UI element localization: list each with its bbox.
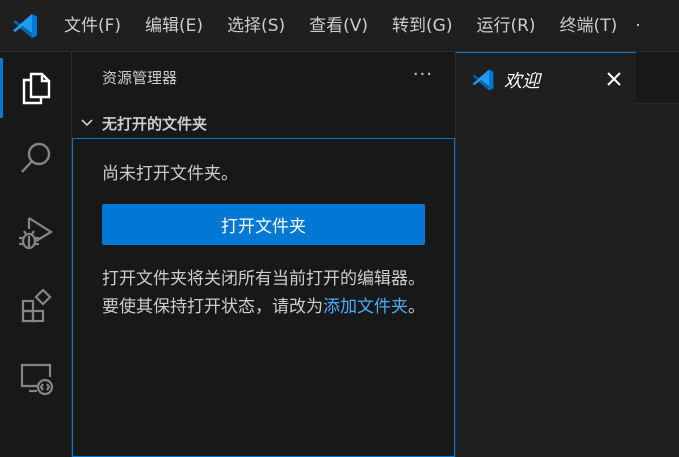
editor-area: 欢迎	[456, 52, 679, 457]
explorer-icon	[22, 72, 51, 105]
remote-explorer-icon	[20, 363, 54, 396]
open-folder-button[interactable]: 打开文件夹	[102, 204, 425, 245]
close-icon[interactable]	[605, 70, 623, 88]
info-suffix: 。	[408, 297, 425, 317]
activity-explorer[interactable]	[0, 58, 72, 118]
vscode-tab-icon	[472, 69, 494, 91]
menu-run[interactable]: 运行(R)	[464, 0, 547, 52]
menu-terminal[interactable]: 终端(T)	[548, 0, 630, 52]
activity-run-debug[interactable]	[0, 203, 72, 263]
menu-overflow[interactable]: ·	[629, 0, 646, 52]
menu-edit[interactable]: 编辑(E)	[133, 0, 215, 52]
menu-file[interactable]: 文件(F)	[52, 0, 133, 52]
section-header-no-folder[interactable]: 无打开的文件夹	[72, 108, 455, 138]
activity-extensions[interactable]	[0, 277, 72, 337]
menu-selection[interactable]: 选择(S)	[215, 0, 297, 52]
explorer-sidebar: 资源管理器 ··· 无打开的文件夹 尚未打开文件夹。 打开文件夹 打开文件夹将关…	[72, 52, 456, 457]
add-folder-link[interactable]: 添加文件夹	[323, 297, 408, 317]
tab-welcome[interactable]: 欢迎	[456, 52, 636, 104]
tab-label: 欢迎	[504, 71, 540, 92]
run-debug-icon	[19, 217, 54, 250]
chevron-down-icon	[81, 119, 93, 127]
menu-bar: 文件(F) 编辑(E) 选择(S) 查看(V) 转到(G) 运行(R) 终端(T…	[52, 0, 647, 52]
empty-message: 尚未打开文件夹。	[102, 164, 238, 184]
sidebar-title: 资源管理器	[102, 69, 178, 87]
tab-bar-empty-space	[636, 52, 679, 104]
more-actions-icon[interactable]: ···	[413, 64, 433, 85]
vscode-logo-icon	[13, 14, 37, 38]
activity-remote-explorer[interactable]	[0, 348, 72, 408]
info-text: 打开文件夹将关闭所有当前打开的编辑器。要使其保持打开状态，请改为添加文件夹。	[102, 265, 432, 321]
menu-go[interactable]: 转到(G)	[380, 0, 464, 52]
extensions-icon	[21, 289, 52, 323]
section-body: 尚未打开文件夹。 打开文件夹 打开文件夹将关闭所有当前打开的编辑器。要使其保持打…	[72, 138, 455, 457]
title-bar: 文件(F) 编辑(E) 选择(S) 查看(V) 转到(G) 运行(R) 终端(T…	[0, 0, 679, 52]
activity-bar	[0, 52, 72, 457]
menu-view[interactable]: 查看(V)	[297, 0, 380, 52]
search-icon	[21, 142, 51, 173]
activity-search[interactable]	[0, 128, 72, 188]
section-title: 无打开的文件夹	[102, 115, 208, 133]
